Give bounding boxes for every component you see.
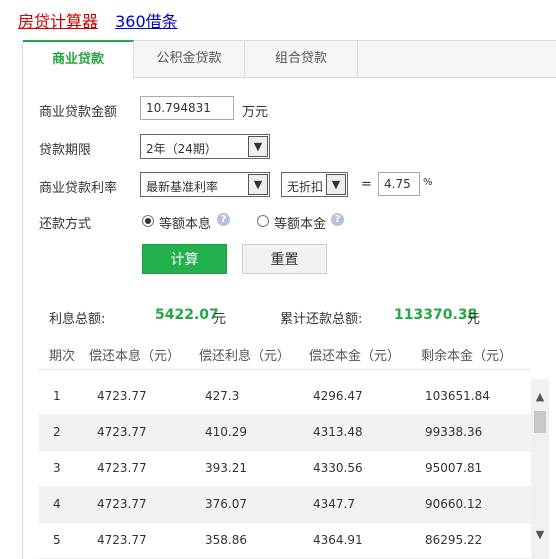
cell-remaining: 95007.81 [425, 461, 483, 475]
amount-unit: 万元 [242, 105, 269, 120]
interest-total-unit: 元 [213, 312, 227, 327]
cell-principal: 4330.56 [313, 461, 363, 475]
term-label: 贷款期限 [39, 143, 92, 158]
discount-select[interactable]: 无折扣 ▼ [281, 172, 348, 197]
total-repayment-label: 累计还款总额: [280, 312, 363, 327]
interest-total-label: 利息总额: [49, 312, 106, 327]
table-row: 3 4723.77 393.21 4330.56 95007.81 [39, 451, 531, 487]
equals-sign: = [361, 177, 372, 192]
cell-interest: 393.21 [205, 461, 247, 475]
cell-interest: 376.07 [205, 497, 247, 511]
rate-type-select[interactable]: 最新基准利率 ▼ [140, 172, 270, 197]
method-label: 还款方式 [39, 217, 92, 232]
rate-type-value: 最新基准利率 [146, 180, 219, 194]
cell-period: 1 [53, 389, 61, 403]
house-calculator-link[interactable]: 房贷计算器 [18, 12, 98, 31]
amount-label: 商业贷款金额 [39, 105, 118, 120]
rate-input[interactable] [378, 172, 420, 196]
table-scrollbar[interactable]: ▲ ▼ [531, 379, 549, 559]
cell-payment: 4723.77 [97, 461, 147, 475]
reset-button[interactable]: 重置 [242, 244, 327, 274]
tab-provident-fund-loan[interactable]: 公积金贷款 [134, 41, 245, 77]
header-principal: 偿还本金（元） [309, 349, 401, 364]
interest-total-value: 5422.07 [155, 307, 219, 323]
cell-principal: 4296.47 [313, 389, 363, 403]
chevron-down-icon: ▼ [326, 174, 346, 195]
help-icon[interactable]: ? [331, 213, 344, 226]
radio-equal-installment[interactable] [142, 215, 154, 227]
tab-commercial-loan[interactable]: 商业贷款 [23, 40, 134, 79]
help-icon[interactable]: ? [217, 213, 230, 226]
method-equal-principal-label: 等额本金 [274, 217, 327, 232]
radio-equal-principal[interactable] [257, 215, 269, 227]
chevron-down-icon: ▼ [248, 136, 268, 157]
cell-payment: 4723.77 [97, 425, 147, 439]
cell-remaining: 99338.36 [425, 425, 483, 439]
discount-value: 无折扣 [287, 180, 324, 194]
cell-remaining: 90660.12 [425, 497, 483, 511]
top-links: 房贷计算器 360借条 [18, 8, 178, 32]
borrow-link[interactable]: 360借条 [115, 12, 178, 31]
scrollbar-thumb[interactable] [534, 411, 546, 433]
rate-unit: % [423, 177, 433, 188]
method-equal-installment-label: 等额本息 [159, 217, 212, 232]
total-repayment-unit: 元 [467, 312, 481, 327]
term-select[interactable]: 2年（24期） ▼ [140, 134, 270, 159]
table-row: 4 4723.77 376.07 4347.7 90660.12 [39, 487, 531, 523]
cell-period: 5 [53, 533, 61, 547]
cell-interest: 410.29 [205, 425, 247, 439]
cell-remaining: 103651.84 [425, 389, 490, 403]
tab-combined-loan[interactable]: 组合贷款 [245, 41, 358, 77]
header-remaining: 剩余本金（元） [421, 349, 513, 364]
cell-remaining: 86295.22 [425, 533, 483, 547]
cell-payment: 4723.77 [97, 389, 147, 403]
cell-principal: 4347.7 [313, 497, 355, 511]
cell-payment: 4723.77 [97, 497, 147, 511]
total-repayment-value: 113370.38 [394, 307, 478, 323]
chevron-up-icon[interactable]: ▲ [531, 391, 549, 403]
cell-principal: 4364.91 [313, 533, 363, 547]
calculate-button[interactable]: 计算 [142, 244, 227, 274]
cell-payment: 4723.77 [97, 533, 147, 547]
rate-label: 商业贷款利率 [39, 181, 118, 196]
header-interest: 偿还利息（元） [199, 349, 291, 364]
table-header: 期次 偿还本息（元） 偿还利息（元） 偿还本金（元） 剩余本金（元） [23, 339, 556, 369]
chevron-down-icon[interactable]: ▼ [531, 529, 549, 541]
table-row: 2 4723.77 410.29 4313.48 99338.36 [39, 415, 531, 451]
cell-interest: 358.86 [205, 533, 247, 547]
cell-period: 3 [53, 461, 61, 475]
table-row: 1 4723.77 427.3 4296.47 103651.84 [39, 379, 531, 415]
cell-interest: 427.3 [205, 389, 240, 403]
tab-bar: 商业贷款 公积金贷款 组合贷款 [23, 40, 556, 79]
amount-input[interactable] [140, 96, 234, 120]
chevron-down-icon: ▼ [248, 174, 268, 195]
header-divider [39, 369, 531, 370]
term-value: 2年（24期） [146, 142, 217, 156]
header-period: 期次 [49, 349, 76, 364]
table-row: 5 4723.77 358.86 4364.91 86295.22 [39, 523, 531, 559]
cell-period: 2 [53, 425, 61, 439]
header-payment: 偿还本息（元） [89, 349, 181, 364]
cell-principal: 4313.48 [313, 425, 363, 439]
cell-period: 4 [53, 497, 61, 511]
loan-calculator-panel: 商业贷款 公积金贷款 组合贷款 商业贷款金额 万元 贷款期限 2年（24期） ▼… [22, 40, 556, 559]
